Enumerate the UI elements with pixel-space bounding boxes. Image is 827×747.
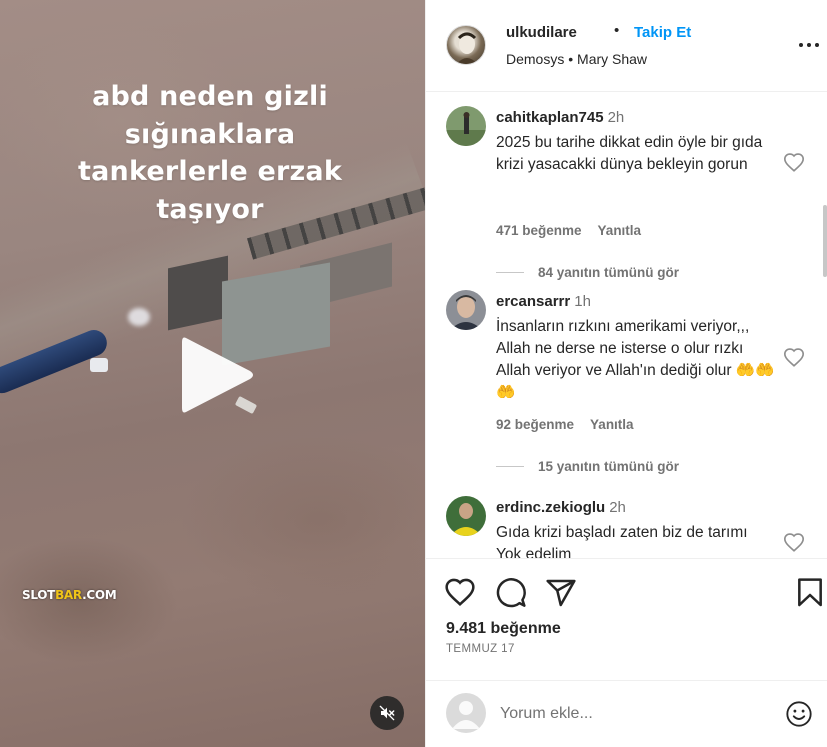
comment-time: 2h <box>609 499 626 516</box>
comment-text: 2025 bu tarihe dikkat edin öyle bir gıda… <box>496 134 763 173</box>
save-button[interactable] <box>794 577 826 609</box>
like-button[interactable] <box>444 577 476 609</box>
avatar[interactable] <box>446 106 486 146</box>
post-date: TEMMUZ 17 <box>446 643 515 655</box>
view-replies-label: 84 yanıtın tümünü gör <box>538 265 680 280</box>
heart-icon <box>784 153 804 172</box>
comment-item: ercansarrr 1h İnsanların rızkını amerikam… <box>426 290 821 480</box>
comment-item: cahitkaplan745 2h 2025 bu tarihe dikkat e… <box>426 106 821 286</box>
audio-attribution[interactable]: Demosys • Mary Shaw <box>506 51 647 67</box>
comment-meta: 471 beğenme Yanıtla <box>496 223 641 238</box>
comment-username[interactable]: ercansarrr 1h <box>496 293 591 310</box>
comment-text: Gıda krizi başladı zaten biz de tarımı Y… <box>496 524 748 559</box>
view-replies-button[interactable]: 84 yanıtın tümünü gör <box>496 265 679 280</box>
share-button[interactable] <box>545 577 577 609</box>
post-panel: ulkudilare • Takip Et Demosys • Mary Sha… <box>425 0 827 747</box>
avatar-image <box>446 106 486 146</box>
avatar[interactable] <box>446 290 486 330</box>
comment-input[interactable] <box>500 701 770 727</box>
caption-line: tankerlerle erzak <box>78 156 342 187</box>
comment-item: erdinc.zekioglu 2h Gıda krizi başladı zat… <box>426 496 821 559</box>
heart-icon <box>445 578 475 607</box>
avatar-image <box>446 290 486 330</box>
comments-scrollbar[interactable] <box>823 205 827 277</box>
like-count[interactable]: 9.481 beğenme <box>446 620 561 638</box>
video-player[interactable]: abd neden gizli sığınaklara tankerlerle … <box>0 0 425 747</box>
separator-dot: • <box>614 22 620 39</box>
comment-like-button[interactable] <box>783 152 805 174</box>
replies-divider <box>496 466 524 467</box>
comment-username-text: cahitkaplan745 <box>496 109 604 126</box>
comment-like-button[interactable] <box>783 347 805 369</box>
reply-button[interactable]: Yanıtla <box>598 223 642 238</box>
heart-icon <box>784 348 804 367</box>
more-icon <box>799 43 819 47</box>
default-avatar-icon <box>452 701 480 729</box>
comments-list[interactable]: cahitkaplan745 2h 2025 bu tarihe dikkat e… <box>426 93 827 559</box>
comment-time: 2h <box>607 109 625 126</box>
avatar[interactable] <box>446 496 486 536</box>
comment-username[interactable]: erdinc.zekioglu 2h <box>496 499 626 516</box>
comment-username-text: ercansarrr <box>496 293 571 310</box>
caption-line: sığınaklara <box>124 118 296 150</box>
comment-meta: 92 beğenme Yanıtla <box>496 417 634 432</box>
video-frame-smoke <box>128 308 150 326</box>
bookmark-icon <box>798 578 822 607</box>
reply-button[interactable]: Yanıtla <box>590 417 634 432</box>
video-frame-truck-cab <box>90 358 108 372</box>
avatar-image <box>456 32 478 64</box>
view-replies-label: 15 yanıtın tümünü gör <box>538 459 680 474</box>
video-watermark: SLOTBAR.COM <box>22 588 117 602</box>
mute-button[interactable] <box>370 696 404 730</box>
play-button[interactable] <box>172 330 262 420</box>
mute-icon <box>379 705 395 721</box>
caption-line: taşıyor <box>156 193 264 225</box>
comment-likes[interactable]: 92 beğenme <box>496 417 574 432</box>
play-icon <box>182 337 253 413</box>
heart-icon <box>784 533 804 552</box>
comment-time: 1h <box>574 293 591 310</box>
comment-username[interactable]: cahitkaplan745 2h <box>496 109 624 126</box>
add-comment-bar <box>426 680 827 747</box>
post-actions: 9.481 beğenme TEMMUZ 17 <box>426 560 827 670</box>
replies-divider <box>496 272 524 273</box>
follow-button[interactable]: Takip Et <box>634 24 691 41</box>
emoji-icon <box>786 701 812 727</box>
avatar <box>446 693 486 733</box>
comment-icon <box>496 578 526 608</box>
avatar-image <box>446 496 486 536</box>
emoji-button[interactable] <box>785 700 813 728</box>
comment-button[interactable] <box>495 577 527 609</box>
avatar[interactable] <box>446 25 486 65</box>
post-header: ulkudilare • Takip Et Demosys • Mary Sha… <box>426 0 827 92</box>
comment-username-text: erdinc.zekioglu <box>496 499 606 516</box>
comment-like-button[interactable] <box>783 532 805 554</box>
post-username[interactable]: ulkudilare <box>506 24 577 41</box>
comment-text: İnsanların rızkını amerikami veriyor,,, … <box>496 318 775 401</box>
view-replies-button[interactable]: 15 yanıtın tümünü gör <box>496 459 679 474</box>
video-frame-bunker-entrance <box>168 255 228 331</box>
video-caption: abd neden gizli sığınaklara tankerlerle … <box>50 78 370 228</box>
more-options-button[interactable] <box>798 38 820 52</box>
caption-line: abd neden gizli <box>92 81 328 112</box>
comment-likes[interactable]: 471 beğenme <box>496 223 582 238</box>
share-icon <box>546 579 576 607</box>
